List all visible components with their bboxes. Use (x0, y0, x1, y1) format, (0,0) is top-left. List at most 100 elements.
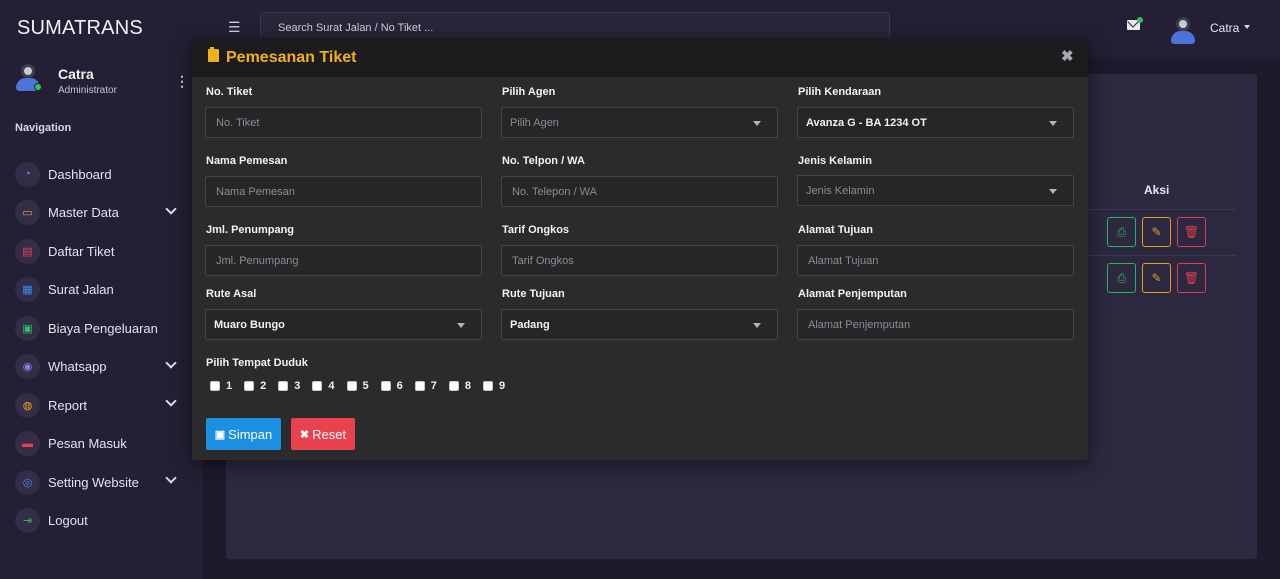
no-tiket-input[interactable] (205, 107, 482, 138)
sidebar-item-master-data[interactable]: ▭ Master Data (15, 194, 190, 233)
modal-title: Pemesanan Tiket (226, 49, 357, 66)
kendaraan-select-value: Avanza G - BA 1234 OT (806, 117, 927, 129)
trash-icon: 🗑 (1183, 271, 1200, 285)
checkbox[interactable] (448, 381, 459, 391)
seat-checkbox-7[interactable]: 7 (414, 380, 437, 392)
caret-down-icon (1049, 189, 1057, 194)
edit-button[interactable]: ✎ (1142, 217, 1171, 247)
label-rute-tujuan: Rute Tujuan (502, 288, 565, 300)
sidebar-item-logout[interactable]: ⇥ Logout (15, 502, 190, 541)
save-button-label: Simpan (228, 426, 273, 442)
sidebar: SUMATRANS Catra Administrator ⋮ Navigati… (0, 0, 203, 579)
seat-selector: 1 2 3 4 5 6 7 8 9 (210, 380, 517, 392)
column-header-aksi: Aksi (1144, 183, 1170, 197)
checkbox[interactable] (210, 381, 220, 391)
seat-checkbox-5[interactable]: 5 (346, 380, 369, 392)
print-icon: ⎙ (1116, 224, 1127, 239)
caret-down-icon (457, 323, 465, 328)
seat-number: 5 (362, 380, 369, 392)
delete-button[interactable]: 🗑 (1177, 217, 1206, 247)
document-icon: ▦ (15, 277, 40, 303)
sidebar-item-report[interactable]: ◍ Report (15, 386, 190, 425)
save-button[interactable]: ▣ Simpan (206, 418, 281, 450)
checkbox[interactable] (278, 381, 289, 391)
alamat-tujuan-input[interactable] (797, 245, 1074, 276)
laptop-icon: ▭ (15, 200, 40, 226)
print-button[interactable]: ⎙ (1107, 217, 1136, 247)
checkbox[interactable] (346, 381, 357, 391)
print-button[interactable]: ⎙ (1107, 263, 1136, 293)
seat-checkbox-4[interactable]: 4 (312, 380, 335, 392)
sidebar-item-label: Master Data (48, 205, 119, 221)
checkbox[interactable] (414, 381, 425, 391)
inbox-icon: ▬ (15, 431, 40, 457)
jml-penumpang-input[interactable] (205, 245, 482, 276)
sidebar-item-pesan-masuk[interactable]: ▬ Pesan Masuk (15, 425, 190, 464)
label-jml-penumpang: Jml. Penumpang (206, 224, 295, 236)
print-icon: ⎙ (1116, 270, 1127, 285)
hamburger-menu-icon[interactable]: ☰ (228, 19, 241, 36)
tarif-ongkos-input[interactable] (501, 245, 778, 276)
sidebar-user-role: Administrator (58, 85, 117, 96)
label-alamat-penjemputan: Alamat Penjemputan (798, 288, 907, 300)
agen-select[interactable]: Pilih Agen (501, 107, 778, 138)
caret-down-icon[interactable] (1244, 25, 1250, 29)
caret-down-icon (753, 121, 761, 126)
sidebar-item-daftar-tiket[interactable]: ▤ Daftar Tiket (15, 232, 190, 271)
dashboard-icon: ◔ (15, 161, 40, 187)
edit-button[interactable]: ✎ (1142, 263, 1171, 293)
user-avatar (15, 62, 42, 92)
topbar-user-name[interactable]: Catra (1210, 21, 1239, 35)
delete-button[interactable]: 🗑 (1177, 263, 1206, 293)
close-icon[interactable]: ✖ (1061, 47, 1074, 65)
topbar-avatar[interactable] (1170, 15, 1196, 45)
seat-checkbox-6[interactable]: 6 (380, 380, 403, 392)
close-icon: ✖ (299, 428, 310, 441)
seat-checkbox-9[interactable]: 9 (483, 380, 505, 392)
kendaraan-select[interactable]: Avanza G - BA 1234 OT (797, 107, 1074, 138)
sidebar-item-surat-jalan[interactable]: ▦ Surat Jalan (15, 271, 190, 310)
floppy-disk-icon: ▣ (214, 428, 226, 441)
rute-asal-select-value: Muaro Bungo (214, 319, 285, 331)
seat-checkbox-3[interactable]: 3 (278, 380, 300, 392)
reset-button[interactable]: ✖ Reset (291, 418, 355, 450)
globe-icon: ◎ (15, 469, 40, 495)
seat-checkbox-8[interactable]: 8 (448, 380, 471, 392)
report-icon: ◍ (15, 392, 40, 418)
sidebar-item-label: Biaya Pengeluaran (48, 320, 158, 336)
sidebar-item-biaya-pengeluaran[interactable]: ▣ Biaya Pengeluaran (15, 309, 190, 348)
sidebar-item-label: Daftar Tiket (48, 243, 115, 259)
sidebar-item-dashboard[interactable]: ◔ Dashboard (15, 155, 190, 194)
rute-asal-select[interactable]: Muaro Bungo (205, 309, 482, 340)
nama-pemesan-input[interactable] (205, 176, 482, 207)
label-no-telpon: No. Telpon / WA (502, 155, 585, 167)
nav-section-title: Navigation (15, 122, 72, 134)
sidebar-item-whatsapp[interactable]: ◉ Whatsapp (15, 348, 190, 387)
reset-button-label: Reset (312, 426, 347, 442)
label-alamat-tujuan: Alamat Tujuan (798, 224, 873, 236)
sidebar-item-setting-website[interactable]: ◎ Setting Website (15, 463, 190, 502)
seat-checkbox-2[interactable]: 2 (244, 380, 266, 392)
jenis-kelamin-select[interactable]: Jenis Kelamin (797, 175, 1074, 206)
checkbox[interactable] (312, 381, 323, 391)
brand-logo[interactable]: SUMATRANS (17, 17, 143, 40)
pencil-icon: ✎ (1151, 271, 1162, 285)
seat-number: 6 (396, 380, 403, 392)
rute-tujuan-select[interactable]: Padang (501, 309, 778, 340)
label-rute-asal: Rute Asal (206, 288, 257, 300)
seat-checkbox-1[interactable]: 1 (210, 380, 232, 392)
checkbox[interactable] (380, 381, 391, 391)
trash-icon: 🗑 (1183, 225, 1200, 239)
notification-dot (1137, 17, 1143, 23)
chevron-down-icon (165, 356, 177, 369)
label-pilih-kendaraan: Pilih Kendaraan (798, 86, 882, 98)
kebab-menu-icon[interactable]: ⋮ (175, 73, 189, 90)
seat-number: 1 (226, 380, 233, 392)
checkbox[interactable] (483, 381, 493, 391)
no-telpon-input[interactable] (501, 176, 778, 207)
jenis-kelamin-select-value: Jenis Kelamin (806, 185, 875, 197)
alamat-penjemputan-input[interactable] (797, 309, 1074, 340)
agen-select-value: Pilih Agen (510, 117, 559, 129)
checkbox[interactable] (244, 381, 255, 391)
label-nama-pemesan: Nama Pemesan (206, 155, 288, 167)
